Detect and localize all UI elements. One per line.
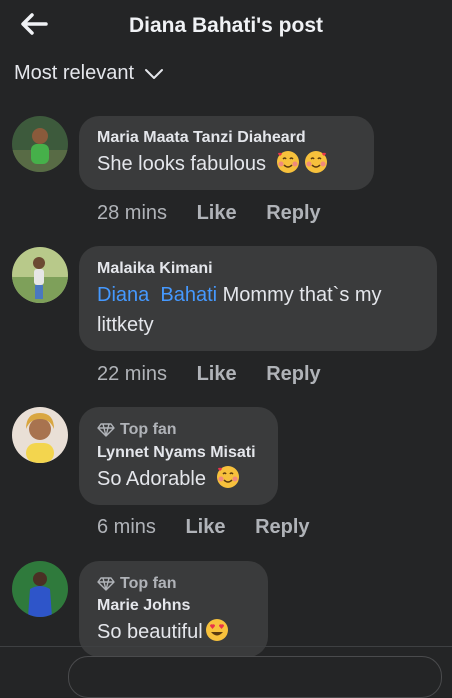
comment-text: She looks fabulous (97, 149, 367, 179)
comment-input[interactable] (68, 656, 442, 698)
comment-line-1: Diana Bahati Mommy that`s my (97, 280, 427, 310)
comment-text: So Adorable (97, 464, 272, 494)
commenter-name[interactable]: Malaika Kimani (97, 260, 213, 278)
heart-eyes-emoji-icon (205, 619, 228, 641)
reply-button[interactable]: Reply (255, 516, 309, 538)
comment-text-content: Mommy that`s my (217, 284, 382, 306)
comment-line-2: littkety (97, 314, 154, 336)
reply-button[interactable]: Reply (266, 202, 320, 224)
smiling-face-with-hearts-emoji-icon (276, 151, 299, 173)
commenter-name[interactable]: Marie Johns (97, 597, 190, 615)
diamond-icon (97, 423, 115, 437)
comment-text: Diana Bahati Mommy that`s my littkety (97, 280, 427, 340)
comment-text-content: So Adorable (97, 468, 206, 490)
avatar[interactable] (12, 561, 68, 617)
comment-text-content: She looks fabulous (97, 153, 267, 175)
badge-label: Top fan (120, 421, 177, 438)
avatar[interactable] (12, 407, 68, 463)
divider (0, 646, 452, 647)
comment-meta: 22 mins Like Reply (97, 363, 321, 386)
commenter-name[interactable]: Lynnet Nyams Misati (97, 444, 256, 462)
header-bar: Diana Bahati's post (0, 0, 452, 50)
diamond-icon (97, 577, 115, 591)
like-button[interactable]: Like (197, 363, 237, 385)
like-button[interactable]: Like (185, 516, 225, 538)
like-button[interactable]: Like (197, 202, 237, 224)
sort-dropdown[interactable]: Most relevant (14, 62, 164, 85)
comment-meta: 6 mins Like Reply (97, 516, 310, 539)
commenter-name[interactable]: Maria Maata Tanzi Diaheard (97, 129, 306, 147)
top-fan-badge: Top fan (97, 421, 177, 439)
sort-label: Most relevant (14, 62, 135, 84)
top-fan-badge: Top fan (97, 575, 177, 593)
comment-text: So beautiful (97, 617, 262, 647)
avatar[interactable] (12, 116, 68, 172)
comment-text-content: So beautiful (97, 621, 203, 643)
comment-time: 6 mins (97, 516, 156, 538)
chevron-down-icon (145, 68, 164, 79)
comment-time: 28 mins (97, 202, 168, 224)
mention-link[interactable]: Diana Bahati (97, 284, 217, 306)
comment-meta: 28 mins Like Reply (97, 202, 321, 225)
page-title: Diana Bahati's post (128, 14, 324, 37)
smiling-face-with-hearts-emoji-icon (304, 151, 327, 173)
smiling-face-with-hearts-emoji-icon (216, 466, 239, 488)
avatar[interactable] (12, 247, 68, 303)
reply-button[interactable]: Reply (266, 363, 320, 385)
comment-time: 22 mins (97, 363, 168, 385)
badge-label: Top fan (120, 575, 177, 592)
